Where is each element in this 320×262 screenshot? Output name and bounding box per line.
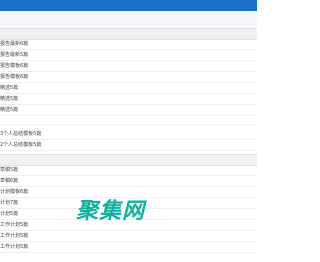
- list-item-label: 计划模板6篇: [0, 189, 29, 195]
- list-item[interactable]: 草稿5篇: [0, 165, 257, 176]
- list-item[interactable]: 工作计划5篇: [0, 242, 257, 253]
- list-item-label: 工作计划5篇: [0, 222, 29, 228]
- list-item[interactable]: 计划模板6篇: [0, 187, 257, 198]
- list-item[interactable]: 报告最新5篇: [0, 50, 257, 61]
- list-item[interactable]: 报告模板6篇: [0, 72, 257, 83]
- top-navigation-bar: [0, 0, 257, 11]
- watermark-logo: 聚集网: [76, 199, 146, 224]
- list-item-label: 工作计划5篇: [0, 244, 29, 250]
- list-item-label: 计划5篇: [0, 211, 19, 217]
- list-item-label: 精选5篇: [0, 107, 19, 113]
- list-item-label: 草稿6篇: [0, 178, 19, 184]
- list-item-label: 报告最新5篇: [0, 52, 29, 58]
- list-item-label: 3个人总结模板5篇: [0, 131, 42, 137]
- list-spacer: [0, 116, 257, 125]
- list-item[interactable]: 草稿6篇: [0, 176, 257, 187]
- list-item[interactable]: 精选5篇: [0, 105, 257, 116]
- list-item-label: 报告最新6篇: [0, 41, 29, 47]
- list-item-label: 2个人总结模板5篇: [0, 142, 42, 148]
- list-item-label: 报告模板6篇: [0, 74, 29, 80]
- list-item[interactable]: 精选5篇: [0, 83, 257, 94]
- list-item[interactable]: 报告最新6篇: [0, 39, 257, 50]
- list-item-label: 精选5篇: [0, 96, 19, 102]
- list-item-label: 工作计划5篇: [0, 233, 29, 239]
- list-item[interactable]: 报告模板6篇: [0, 61, 257, 72]
- list-item[interactable]: 工作计划5篇: [0, 231, 257, 242]
- list-item-label: 计划7篇: [0, 200, 19, 206]
- list-item[interactable]: 2个人总结模板5篇: [0, 140, 257, 151]
- list-item-label: 精选5篇: [0, 85, 19, 91]
- list-item-label: 报告模板6篇: [0, 63, 29, 69]
- list-item-label: 草稿5篇: [0, 167, 19, 173]
- top-toolbar-area: [0, 11, 257, 25]
- list-item[interactable]: 精选5篇: [0, 94, 257, 105]
- list-item[interactable]: 3个人总结模板5篇: [0, 129, 257, 140]
